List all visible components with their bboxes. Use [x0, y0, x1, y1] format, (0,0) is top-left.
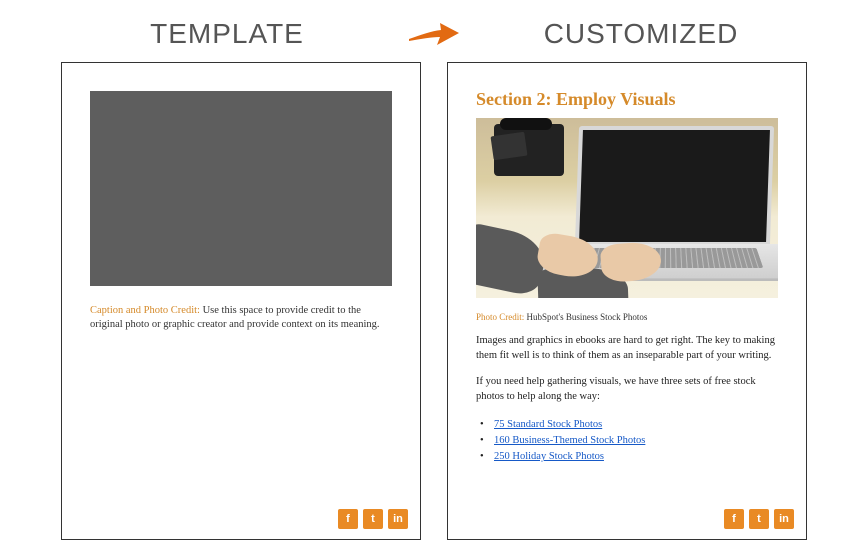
stock-photo-links: 75 Standard Stock Photos 160 Business-Th…: [476, 417, 778, 466]
photo-credit-text: HubSpot's Business Stock Photos: [524, 312, 647, 322]
paragraph-2: If you need help gathering visuals, we h…: [476, 375, 778, 404]
laptop-screen: [575, 126, 774, 246]
customized-social-row: f t in: [724, 509, 794, 529]
section-title: Section 2: Employ Visuals: [476, 89, 778, 110]
photo-credit: Photo Credit: HubSpot's Business Stock P…: [476, 312, 778, 322]
list-item: 75 Standard Stock Photos: [480, 417, 778, 433]
tumblr-icon[interactable]: t: [363, 509, 383, 529]
photo-credit-label: Photo Credit:: [476, 312, 524, 322]
header-customized-label: CUSTOMIZED: [501, 18, 781, 50]
linkedin-icon[interactable]: in: [774, 509, 794, 529]
caption-label: Caption and Photo Credit:: [90, 305, 200, 316]
link-standard-photos[interactable]: 75 Standard Stock Photos: [494, 419, 602, 430]
phone-prop: [494, 124, 564, 176]
list-item: 250 Holiday Stock Photos: [480, 449, 778, 465]
customized-page: Section 2: Employ Visuals Photo Credit: …: [447, 62, 807, 540]
paragraph-1: Images and graphics in ebooks are hard t…: [476, 334, 778, 363]
link-holiday-photos[interactable]: 250 Holiday Stock Photos: [494, 451, 604, 462]
link-business-photos[interactable]: 160 Business-Themed Stock Photos: [494, 435, 645, 446]
header-template-label: TEMPLATE: [87, 18, 367, 50]
list-item: 160 Business-Themed Stock Photos: [480, 433, 778, 449]
template-social-row: f t in: [338, 509, 408, 529]
linkedin-icon[interactable]: in: [388, 509, 408, 529]
facebook-icon[interactable]: f: [338, 509, 358, 529]
comparison-header: TEMPLATE CUSTOMIZED: [0, 0, 868, 60]
caption-block: Caption and Photo Credit: Use this space…: [90, 304, 392, 332]
content-photo: [476, 118, 778, 298]
template-page: Caption and Photo Credit: Use this space…: [61, 62, 421, 540]
arrow-icon: [407, 19, 461, 49]
pages-row: Caption and Photo Credit: Use this space…: [0, 62, 868, 540]
image-placeholder: [90, 91, 392, 286]
tumblr-icon[interactable]: t: [749, 509, 769, 529]
facebook-icon[interactable]: f: [724, 509, 744, 529]
body-text: Images and graphics in ebooks are hard t…: [476, 334, 778, 466]
